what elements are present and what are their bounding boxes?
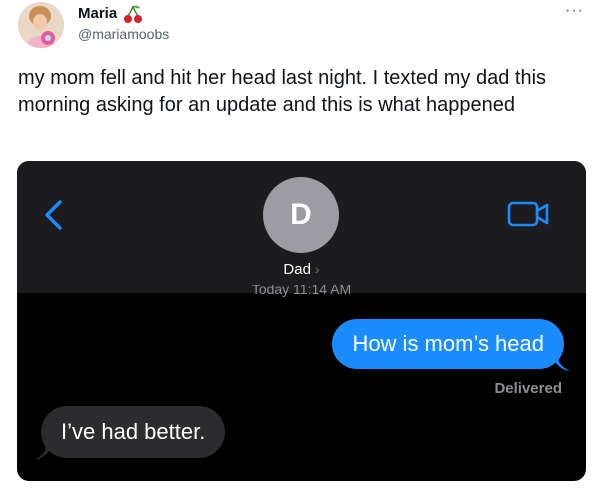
video-camera-icon[interactable] — [507, 197, 551, 231]
incoming-bubble-tail — [34, 446, 52, 460]
incoming-message-bubble[interactable]: I’ve had better. — [41, 406, 226, 458]
contact-name[interactable]: Dad › — [17, 261, 586, 278]
tweet-header: Maria @mariamoobs ··· — [18, 2, 588, 48]
imessage-screenshot[interactable]: D Dad › Today 11:14 AM How is mom’s head … — [17, 161, 586, 481]
outgoing-bubble-tail — [552, 357, 570, 371]
contact-chevron-icon: › — [314, 261, 320, 277]
back-chevron-icon[interactable] — [41, 198, 65, 232]
contact-avatar[interactable]: D — [263, 177, 339, 253]
more-options-button[interactable]: ··· — [565, 2, 584, 20]
delivered-status: Delivered — [494, 380, 562, 397]
conversation-header: D Dad › — [17, 161, 586, 293]
tweet-text: my mom fell and hit her head last night.… — [18, 67, 547, 116]
outgoing-message-bubble[interactable]: How is mom’s head — [332, 319, 564, 369]
contact-name-label: Dad — [283, 261, 311, 278]
author-name[interactable]: Maria — [78, 5, 117, 22]
cherries-emoji-icon — [123, 4, 143, 24]
author-avatar[interactable] — [18, 2, 64, 48]
author-handle[interactable]: @mariamoobs — [78, 26, 169, 42]
